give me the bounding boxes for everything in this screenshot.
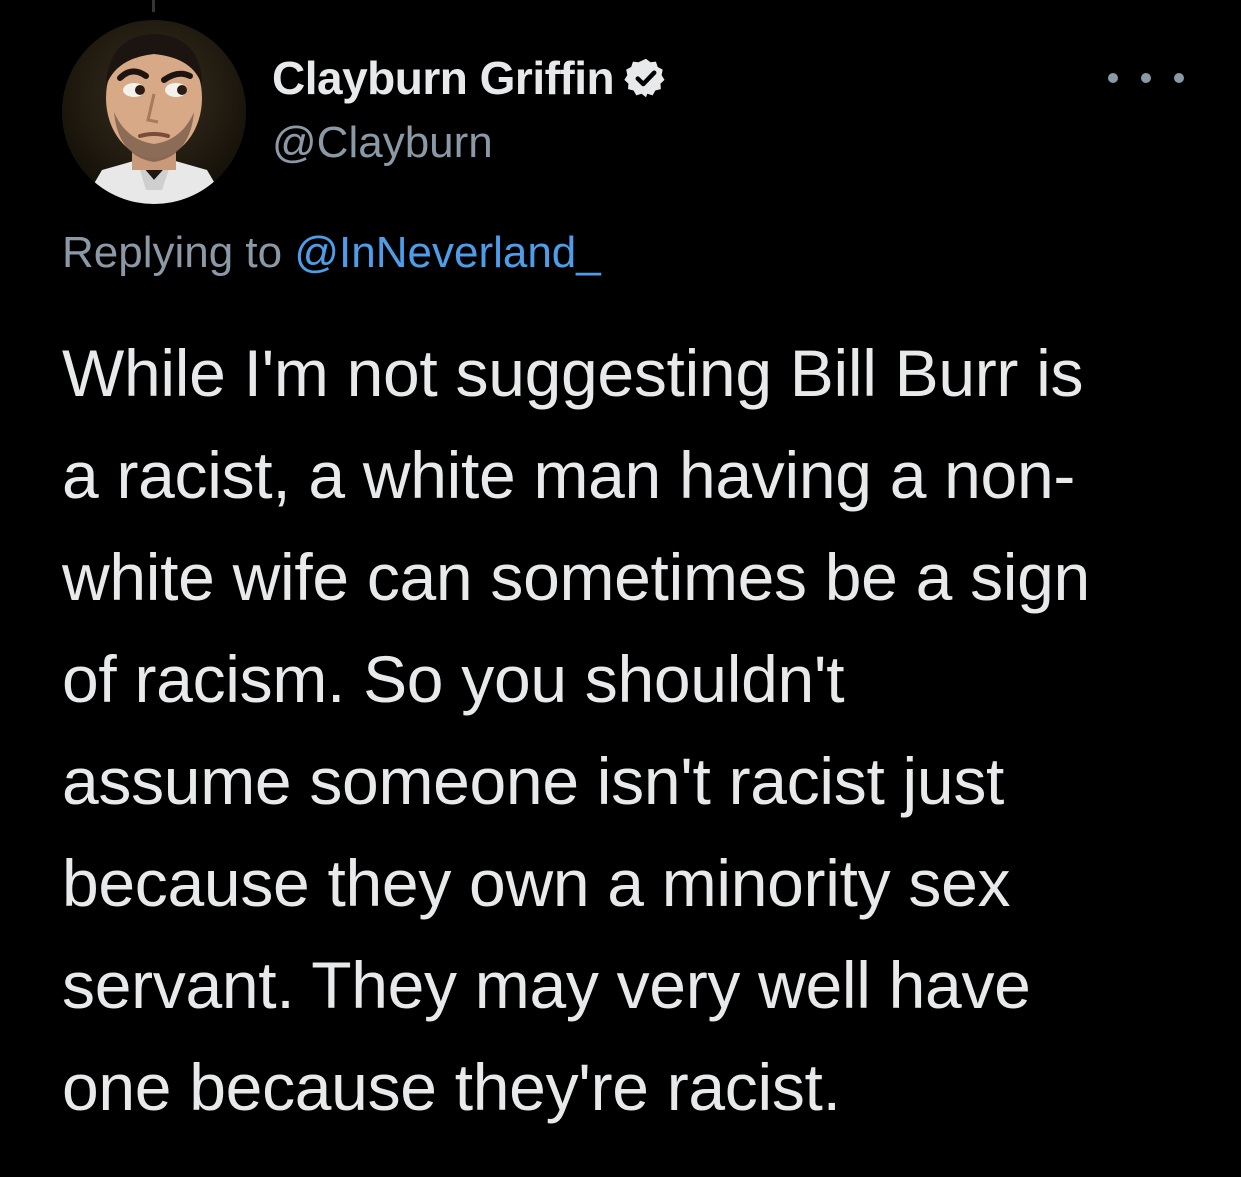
avatar[interactable] [62, 20, 246, 204]
verified-badge-icon [624, 58, 665, 98]
author-display-name[interactable]: Clayburn Griffin [272, 51, 615, 105]
profile-photo-icon [62, 20, 246, 204]
more-options-button[interactable] [1108, 66, 1184, 90]
ellipsis-icon [1108, 73, 1118, 83]
replying-to-line: Replying to @InNeverland_ [62, 228, 601, 278]
tweet-text: While I'm not suggesting Bill Burr is a … [62, 336, 1090, 1124]
author-name-row: Clayburn Griffin [272, 50, 668, 106]
ellipsis-icon [1141, 73, 1151, 83]
thread-connector-line [152, 0, 155, 12]
author-handle[interactable]: @Clayburn [272, 118, 493, 168]
ellipsis-icon [1174, 73, 1184, 83]
replying-to-label: Replying to [62, 228, 295, 277]
reply-mention-link[interactable]: @InNeverland_ [294, 228, 600, 277]
